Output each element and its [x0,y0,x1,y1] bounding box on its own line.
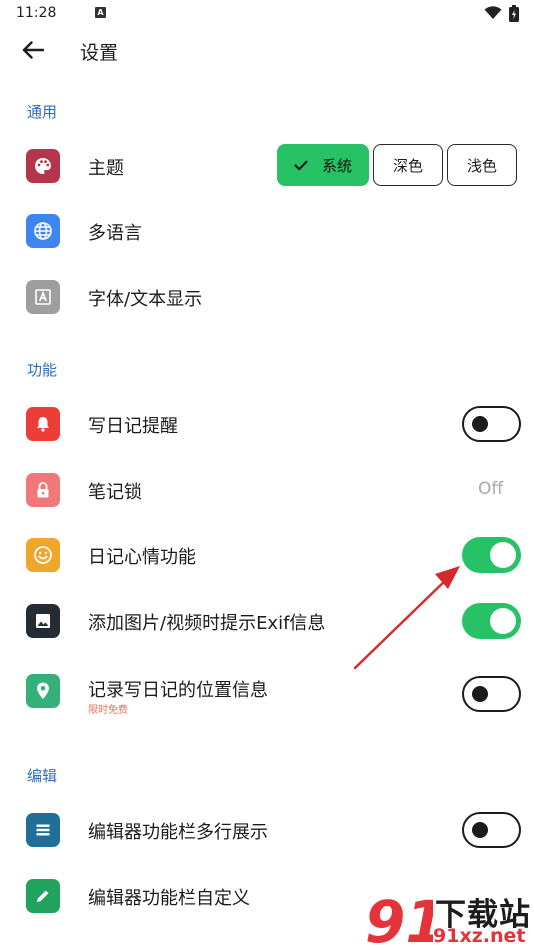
section-header-general: 通用 [27,103,58,121]
status-bar: 11:28 A [0,0,534,28]
watermark: 91 下载站 91xz.net [365,888,534,950]
settings-row-reminder[interactable]: 写日记提醒 [0,398,534,450]
list-icon [26,813,60,847]
check-icon [294,160,308,171]
theme-option-dark-label: 深色 [392,156,423,175]
svg-text:91: 91 [365,888,433,950]
exif-toggle[interactable] [462,603,521,639]
settings-row-mood[interactable]: 日记心情功能 [0,529,534,581]
toggle-knob [490,608,516,634]
bell-icon [26,407,60,441]
section-header-editor: 编辑 [27,767,58,785]
page-title: 设置 [80,42,119,64]
theme-option-system-label: 系统 [321,156,352,175]
battery-icon [509,5,519,22]
theme-label: 主题 [88,158,124,179]
theme-option-dark[interactable]: 深色 [373,144,443,186]
toolbar-multiline-label: 编辑器功能栏多行展示 [88,822,268,843]
app-bar: 设置 [0,28,534,74]
language-label: 多语言 [88,223,142,244]
location-label: 记录写日记的位置信息 [88,680,268,701]
settings-row-exif[interactable]: 添加图片/视频时提示Exif信息 [0,595,534,647]
settings-row-language[interactable]: 多语言 [0,205,534,257]
toolbar-custom-label: 编辑器功能栏自定义 [88,888,250,909]
reminder-toggle[interactable] [462,406,521,442]
wifi-icon [484,6,502,19]
watermark-text-bottom: 91xz.net [433,925,526,947]
location-pin-icon [26,674,60,708]
theme-option-light-label: 浅色 [466,156,497,175]
font-a-icon [26,280,60,314]
smiley-icon [26,538,60,572]
toolbar-multiline-toggle[interactable] [462,812,521,848]
settings-row-lock[interactable]: 笔记锁 [0,464,534,516]
toggle-knob [490,542,516,568]
settings-row-toolbar-multiline[interactable]: 编辑器功能栏多行展示 [0,804,534,856]
section-header-features: 功能 [27,361,58,379]
mood-toggle[interactable] [462,537,521,573]
pencil-icon [26,879,60,913]
mood-label: 日记心情功能 [88,547,196,568]
lock-value: Off [478,479,504,499]
watermark-logo: 91 [365,888,433,950]
settings-row-font[interactable]: 字体/文本显示 [0,271,534,323]
exif-label: 添加图片/视频时提示Exif信息 [88,613,326,634]
image-icon [26,604,60,638]
globe-icon [26,214,60,248]
palette-icon [26,149,60,183]
location-free-badge: 限时免费 [88,705,128,716]
a-square-icon: A [95,7,106,18]
toggle-knob [472,416,488,432]
toggle-knob [472,822,488,838]
arrow-left-icon [22,41,44,59]
status-time: 11:28 [16,5,57,21]
location-toggle[interactable] [462,676,521,712]
toggle-knob [472,686,488,702]
theme-option-light[interactable]: 浅色 [447,144,517,186]
lock-icon [26,473,60,507]
back-button[interactable] [18,37,48,63]
lock-label: 笔记锁 [88,482,142,503]
reminder-label: 写日记提醒 [88,416,178,437]
font-label: 字体/文本显示 [88,289,203,310]
theme-option-system[interactable]: 系统 [277,144,369,186]
settings-row-location[interactable]: 记录写日记的位置信息 限时免费 [0,660,534,716]
